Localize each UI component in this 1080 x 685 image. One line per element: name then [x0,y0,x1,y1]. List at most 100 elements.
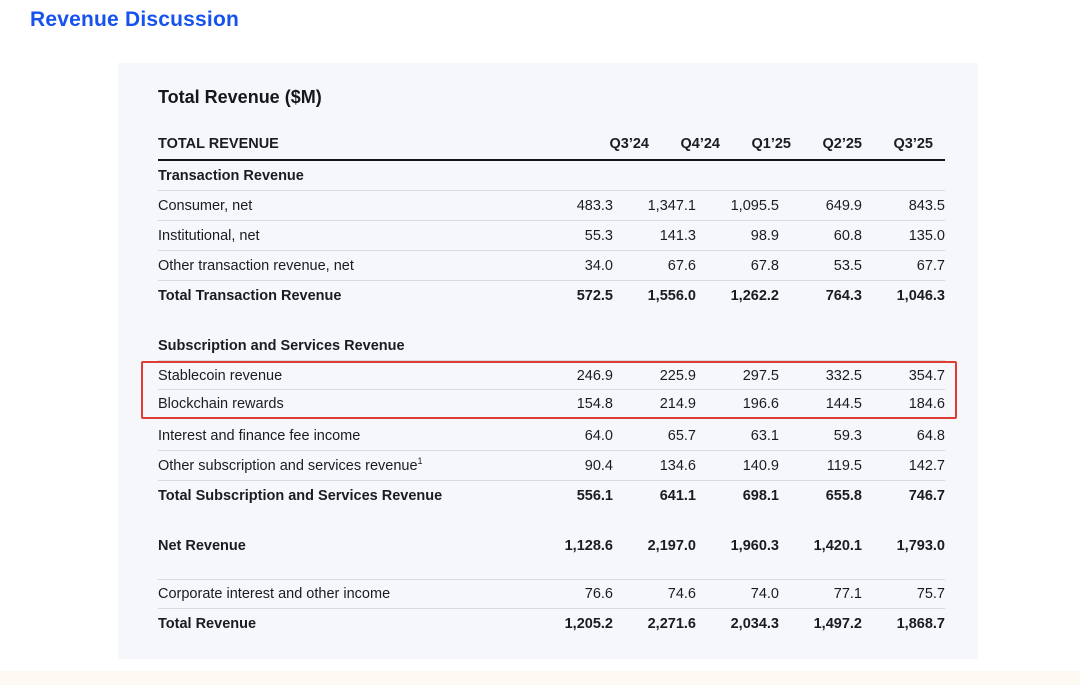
row-value: 154.8 [530,396,613,412]
row-value: 1,556.0 [613,288,696,304]
row-value: 297.5 [696,368,779,384]
row-value: 655.8 [779,488,862,504]
row-value: 59.3 [779,428,862,444]
row-value: 1,046.3 [862,288,945,304]
table-row: Total Revenue1,205.22,271.62,034.31,497.… [158,609,945,639]
table-row: Corporate interest and other income76.67… [158,579,945,609]
row-value: 144.5 [779,396,862,412]
row-value: 556.1 [530,488,613,504]
row-value: 214.9 [613,396,696,412]
row-value: 246.9 [530,368,613,384]
row-value: 196.6 [696,396,779,412]
row-value: 90.4 [530,458,613,474]
row-label: Corporate interest and other income [158,586,530,602]
table-row: Total Subscription and Services Revenue5… [158,481,945,511]
row-value: 119.5 [779,458,862,474]
row-value: 134.6 [613,458,696,474]
row-value: 74.0 [696,586,779,602]
table-row: Total Transaction Revenue572.51,556.01,2… [158,281,945,311]
row-value: 1,497.2 [779,616,862,632]
row-label: Total Subscription and Services Revenue [158,488,530,504]
row-value: 1,205.2 [530,616,613,632]
row-value: 135.0 [862,228,945,244]
row-value: 483.3 [530,198,613,214]
row-value: 1,128.6 [530,538,613,554]
row-value: 98.9 [696,228,779,244]
row-label: Total Transaction Revenue [158,288,530,304]
row-value: 64.8 [862,428,945,444]
row-label: Net Revenue [158,538,530,554]
row-value: 75.7 [862,586,945,602]
row-value: 77.1 [779,586,862,602]
row-label: Interest and finance fee income [158,428,530,444]
row-value: 142.7 [862,458,945,474]
revenue-table-card: Total Revenue ($M) TOTAL REVENUE Q3’24Q4… [118,63,978,659]
table-spacer [158,311,945,331]
row-value: 1,262.2 [696,288,779,304]
table-row: Net Revenue1,128.62,197.01,960.31,420.11… [158,531,945,561]
row-value: 572.5 [530,288,613,304]
page: Revenue Discussion Total Revenue ($M) TO… [0,0,1080,685]
row-value: 698.1 [696,488,779,504]
row-value: 53.5 [779,258,862,274]
bottom-strip [0,671,1080,685]
row-value: 141.3 [613,228,696,244]
table-row: Stablecoin revenue246.9225.9297.5332.535… [158,363,945,390]
table-header-quarter: Q3’24 [590,136,661,152]
table-row: Blockchain rewards154.8214.9196.6144.518… [158,390,945,417]
row-value: 76.6 [530,586,613,602]
row-label: Institutional, net [158,228,530,244]
table-header-quarter: Q2’25 [803,136,874,152]
table-header-quarter: Q3’25 [874,136,945,152]
row-value: 1,347.1 [613,198,696,214]
row-value: 67.6 [613,258,696,274]
row-value: 1,793.0 [862,538,945,554]
table-header-row: TOTAL REVENUE Q3’24Q4’24Q1’25Q2’25Q3’25 [158,129,945,161]
table-header-quarter: Q4’24 [661,136,732,152]
row-value: 1,960.3 [696,538,779,554]
row-value: 1,420.1 [779,538,862,554]
row-value: 60.8 [779,228,862,244]
row-value: 34.0 [530,258,613,274]
row-value: 225.9 [613,368,696,384]
row-label: Consumer, net [158,198,530,214]
table-body: Transaction RevenueConsumer, net483.31,3… [158,161,945,639]
row-value: 65.7 [613,428,696,444]
row-value: 67.7 [862,258,945,274]
row-value: 2,271.6 [613,616,696,632]
footnote-marker: 1 [418,456,423,466]
table-row: Other subscription and services revenue1… [158,451,945,481]
table-row: Interest and finance fee income64.065.76… [158,421,945,451]
row-label: Blockchain rewards [158,396,530,412]
row-value: 641.1 [613,488,696,504]
row-value: 63.1 [696,428,779,444]
row-label: Other subscription and services revenue1 [158,458,530,474]
row-value: 1,095.5 [696,198,779,214]
row-label: Total Revenue [158,616,530,632]
table-row: Transaction Revenue [158,161,945,191]
row-value: 2,034.3 [696,616,779,632]
table-header-quarter: Q1’25 [732,136,803,152]
row-label: Subscription and Services Revenue [158,338,945,354]
table-row: Institutional, net55.3141.398.960.8135.0 [158,221,945,251]
table-spacer [158,511,945,531]
row-value: 55.3 [530,228,613,244]
row-value: 332.5 [779,368,862,384]
row-label: Other transaction revenue, net [158,258,530,274]
row-value: 649.9 [779,198,862,214]
table-header-label: TOTAL REVENUE [158,136,590,152]
row-value: 1,868.7 [862,616,945,632]
row-label: Stablecoin revenue [158,368,530,384]
page-title: Revenue Discussion [30,8,239,32]
table-row: Other transaction revenue, net34.067.667… [158,251,945,281]
row-value: 2,197.0 [613,538,696,554]
table-title: Total Revenue ($M) [158,87,945,108]
row-value: 140.9 [696,458,779,474]
row-value: 764.3 [779,288,862,304]
highlight-box: Stablecoin revenue246.9225.9297.5332.535… [141,361,957,419]
table-row: Subscription and Services Revenue [158,331,945,361]
row-value: 67.8 [696,258,779,274]
row-value: 64.0 [530,428,613,444]
table-row: Consumer, net483.31,347.11,095.5649.9843… [158,191,945,221]
row-value: 74.6 [613,586,696,602]
